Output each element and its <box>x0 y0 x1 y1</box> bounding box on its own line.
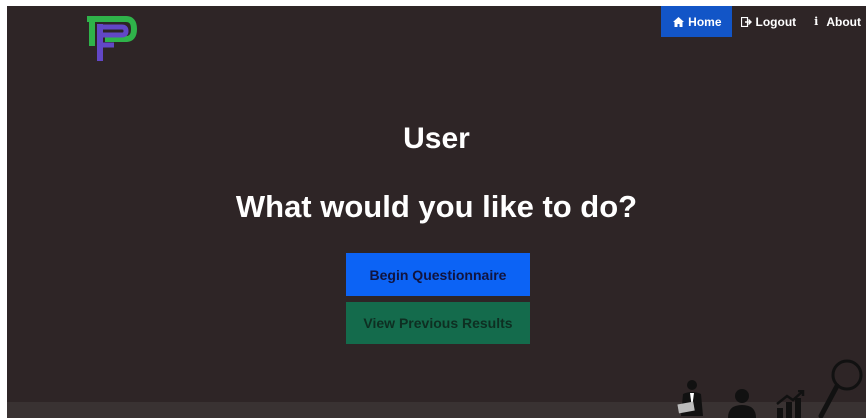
app-window: Home Logout i About User What would you … <box>7 6 866 418</box>
begin-questionnaire-label: Begin Questionnaire <box>369 266 507 283</box>
view-results-label: View Previous Results <box>363 315 513 331</box>
nav-about-link[interactable]: i About <box>805 6 866 37</box>
magnifier-icon <box>818 359 863 418</box>
view-results-button[interactable]: View Previous Results <box>346 302 530 344</box>
nav-logout-label: Logout <box>755 14 797 29</box>
nav-logout-link[interactable]: Logout <box>732 6 806 37</box>
home-icon <box>673 16 685 27</box>
growth-chart-icon <box>776 390 805 418</box>
logout-icon <box>740 16 752 27</box>
user-icon <box>728 389 756 418</box>
nav-home-label: Home <box>688 14 722 29</box>
nav-about-label: About <box>826 14 861 29</box>
businessman-icon <box>677 380 703 416</box>
begin-questionnaire-button[interactable]: Begin Questionnaire <box>346 253 530 296</box>
prompt-heading: What would you like to do? <box>235 189 638 224</box>
user-name-heading: User <box>403 122 470 155</box>
info-icon: i <box>814 15 819 28</box>
logo <box>87 16 137 61</box>
nav-home-link[interactable]: Home <box>661 6 732 37</box>
top-nav: Home Logout i About <box>661 6 866 37</box>
